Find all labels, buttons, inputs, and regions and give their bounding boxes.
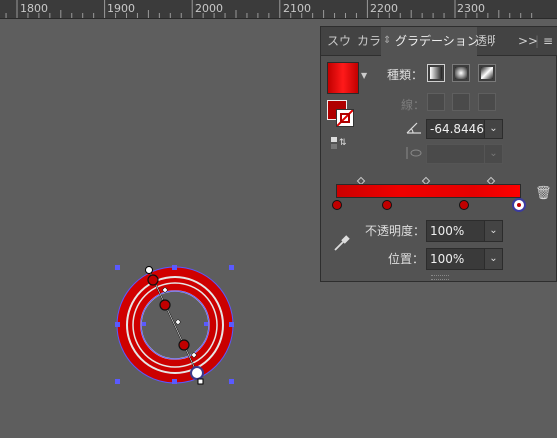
- stroke-along-button[interactable]: [452, 93, 470, 111]
- gradient-stop-1[interactable]: [332, 200, 342, 210]
- opacity-field[interactable]: 100% ⌄: [426, 220, 503, 242]
- stroke-label: 線：: [401, 98, 426, 112]
- aspect-ratio-icon: [406, 147, 422, 159]
- gradient-panel: スウ カラ ⇕ グラデーション 透明 >> | ≡ ▼ 種類： 線： ⇅ -64…: [320, 26, 557, 282]
- gradient-stop-3[interactable]: [459, 200, 469, 210]
- panel-menu-icon[interactable]: ≡: [543, 27, 553, 55]
- tab-swatches[interactable]: スウ: [327, 27, 351, 55]
- location-label: 位置：: [388, 252, 425, 266]
- opacity-value: 100%: [430, 224, 465, 238]
- stroke-across-button[interactable]: [478, 93, 496, 111]
- stroke-color-swatch[interactable]: [336, 109, 354, 127]
- reverse-gradient-icon[interactable]: ⇅: [331, 137, 347, 151]
- tab-reorder-icon: ⇕: [383, 35, 392, 46]
- type-label: 種類：: [387, 68, 424, 82]
- tab-divider: |: [535, 34, 540, 48]
- tab-transparency[interactable]: 透明: [475, 27, 495, 55]
- gradient-stop-2[interactable]: [382, 200, 392, 210]
- annotator-stop-1[interactable]: [147, 274, 159, 286]
- gradient-stop-selected[interactable]: [512, 198, 526, 212]
- radial-gradient-button[interactable]: [452, 64, 470, 82]
- gradient-preview-swatch[interactable]: [327, 62, 359, 94]
- annotator-end-handle[interactable]: [197, 378, 204, 385]
- stroke-within-button[interactable]: [427, 93, 445, 111]
- freeform-gradient-button[interactable]: [478, 64, 496, 82]
- annotator-origin[interactable]: [145, 266, 153, 274]
- angle-dropdown-icon[interactable]: ⌄: [484, 120, 502, 138]
- linear-gradient-button[interactable]: [427, 64, 445, 82]
- linear-gradient-icon: [430, 67, 442, 79]
- tab-gradient-label: グラデーション: [395, 34, 477, 48]
- annotator-stop-3[interactable]: [178, 339, 190, 351]
- angle-field[interactable]: -64.8446 ⌄: [426, 119, 503, 139]
- panel-tab-bar: スウ カラ ⇕ グラデーション 透明 >> | ≡: [321, 27, 557, 56]
- eyedropper-icon[interactable]: [332, 234, 350, 252]
- tab-color[interactable]: カラ: [357, 27, 381, 55]
- location-field[interactable]: 100% ⌄: [426, 248, 503, 270]
- aspect-ratio-dropdown-icon[interactable]: ⌄: [484, 145, 502, 163]
- location-dropdown-icon[interactable]: ⌄: [484, 249, 502, 269]
- angle-icon: [406, 122, 421, 134]
- aspect-ratio-field[interactable]: ⌄: [426, 144, 503, 164]
- gradient-slider-bar[interactable]: [336, 184, 521, 198]
- location-value: 100%: [430, 252, 465, 266]
- opacity-dropdown-icon[interactable]: ⌄: [484, 221, 502, 241]
- opacity-label: 不透明度：: [365, 224, 426, 238]
- freeform-gradient-icon: [481, 67, 493, 79]
- annotator-stop-2[interactable]: [159, 299, 171, 311]
- radial-gradient-icon: [455, 67, 467, 79]
- delete-stop-icon[interactable]: 🗑: [535, 187, 552, 200]
- gradient-preset-dropdown-icon[interactable]: ▼: [361, 71, 367, 80]
- angle-value: -64.8446: [430, 122, 484, 136]
- tab-gradient[interactable]: ⇕ グラデーション: [381, 27, 477, 56]
- panel-resize-grip[interactable]: [431, 275, 449, 280]
